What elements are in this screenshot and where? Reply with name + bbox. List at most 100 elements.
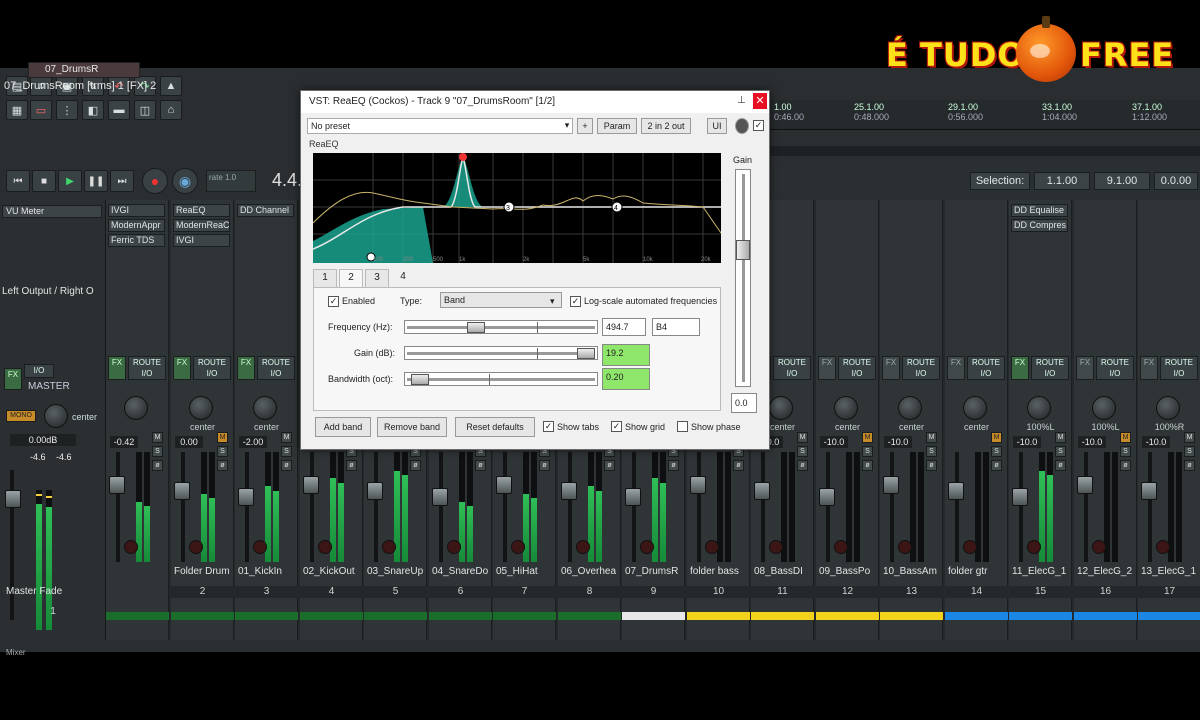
fader-cap[interactable]	[948, 482, 964, 500]
fx-slot[interactable]: ModernAppr	[108, 219, 165, 232]
solo-icon[interactable]: S	[1055, 446, 1066, 457]
fx-slot[interactable]: Ferric TDS	[108, 234, 165, 247]
fx-button[interactable]: FX	[108, 356, 126, 380]
enabled-checkbox[interactable]: ✓	[328, 296, 339, 307]
volume-fader[interactable]	[1019, 452, 1023, 562]
tab-band-2[interactable]: 2	[339, 269, 363, 288]
track-name[interactable]: folder bass	[687, 566, 750, 580]
volume-fader[interactable]	[890, 452, 894, 562]
phase-icon[interactable]: ø	[862, 460, 873, 471]
mute-icon[interactable]: M	[862, 432, 873, 443]
fx-slot[interactable]: IVGI	[173, 234, 230, 247]
selection-end-field[interactable]: 9.1.00	[1094, 172, 1150, 190]
track-name[interactable]: 13_ElecG_1	[1138, 566, 1200, 580]
volume-fader[interactable]	[632, 452, 636, 562]
fader-cap[interactable]	[625, 488, 641, 506]
ui-button[interactable]: UI	[707, 118, 727, 134]
fx-button[interactable]: FX	[1076, 356, 1094, 380]
volume-fader[interactable]	[245, 452, 249, 562]
go-to-end-button[interactable]: ⏭	[110, 170, 134, 192]
fader-cap[interactable]	[1141, 482, 1157, 500]
fader-cap[interactable]	[754, 482, 770, 500]
solo-icon[interactable]: S	[1120, 446, 1131, 457]
mute-icon[interactable]: M	[152, 432, 163, 443]
mute-icon[interactable]: M	[281, 432, 292, 443]
phase-icon[interactable]: ø	[604, 460, 615, 471]
fx-button[interactable]: FX	[1011, 356, 1029, 380]
phase-icon[interactable]: ø	[539, 460, 550, 471]
phase-icon[interactable]: ø	[281, 460, 292, 471]
envelope-icon[interactable]: ▬	[108, 100, 130, 120]
mute-icon[interactable]: M	[926, 432, 937, 443]
io-button[interactable]: ROUTEI/O	[967, 356, 1005, 380]
preset-add-button[interactable]: +	[577, 118, 593, 134]
volume-fader[interactable]	[116, 452, 120, 562]
gain-db-slider[interactable]	[404, 346, 598, 360]
volume-fader[interactable]	[826, 452, 830, 562]
record-arm-button[interactable]	[1156, 540, 1170, 554]
record-arm-button[interactable]	[963, 540, 977, 554]
fx-slot[interactable]: DD Channel	[237, 204, 294, 217]
fx-slot[interactable]: DD Compres	[1011, 219, 1068, 232]
solo-icon[interactable]: S	[217, 446, 228, 457]
param-button[interactable]: Param	[597, 118, 637, 134]
enable-checkbox[interactable]: ✓	[753, 120, 764, 131]
frequency-slider[interactable]	[404, 320, 598, 334]
phase-icon[interactable]: ø	[346, 460, 357, 471]
bandwidth-value-field[interactable]: 0.20	[602, 368, 650, 390]
pan-knob[interactable]	[898, 396, 922, 420]
show-tabs-checkbox[interactable]: ✓	[543, 421, 554, 432]
master-fx-button[interactable]: FX	[4, 368, 22, 390]
solo-icon[interactable]: S	[926, 446, 937, 457]
phase-icon[interactable]: ø	[475, 460, 486, 471]
fader-cap[interactable]	[690, 476, 706, 494]
record-arm-button[interactable]	[318, 540, 332, 554]
track-tab[interactable]: 07_DrumsR	[28, 62, 140, 78]
fader-cap[interactable]	[174, 482, 190, 500]
solo-icon[interactable]: S	[1184, 446, 1195, 457]
fx-button[interactable]: FX	[237, 356, 255, 380]
gain-db-slider-thumb[interactable]	[577, 348, 595, 359]
show-phase-checkbox[interactable]	[677, 421, 688, 432]
fx-slot[interactable]: ModernReaCo	[173, 219, 230, 232]
close-button[interactable]: ✕	[753, 93, 767, 109]
log-scale-checkbox[interactable]: ✓	[570, 296, 581, 307]
track-name[interactable]: folder gtr	[945, 566, 1008, 580]
pan-knob[interactable]	[834, 396, 858, 420]
track-name[interactable]: 08_BassDI	[751, 566, 814, 580]
solo-icon[interactable]: S	[991, 446, 1002, 457]
master-pan-knob[interactable]	[44, 404, 68, 428]
pan-knob[interactable]	[1092, 396, 1116, 420]
volume-fader[interactable]	[310, 452, 314, 562]
phase-icon[interactable]: ø	[1184, 460, 1195, 471]
preset-dropdown[interactable]: No preset	[307, 118, 573, 134]
phase-icon[interactable]: ø	[217, 460, 228, 471]
bypass-icon[interactable]	[735, 118, 749, 134]
track-name[interactable]: 12_ElecG_2	[1074, 566, 1137, 580]
track-name[interactable]: 02_KickOut	[300, 566, 363, 580]
record-arm-button[interactable]	[124, 540, 138, 554]
mute-icon[interactable]: M	[991, 432, 1002, 443]
mixer-tab[interactable]: Mixer	[6, 648, 26, 657]
add-band-button[interactable]: Add band	[315, 417, 371, 437]
volume-fader[interactable]	[697, 452, 701, 562]
horizontal-scrollbar[interactable]	[770, 146, 1200, 156]
grid-icon[interactable]: ▦	[6, 100, 28, 120]
track-name[interactable]: 06_Overhea	[558, 566, 621, 580]
phase-icon[interactable]: ø	[668, 460, 679, 471]
volume-fader[interactable]	[761, 452, 765, 562]
record-arm-button[interactable]	[898, 540, 912, 554]
fx-button[interactable]: FX	[882, 356, 900, 380]
record-arm-button[interactable]	[447, 540, 461, 554]
volume-fader[interactable]	[568, 452, 572, 562]
pan-knob[interactable]	[769, 396, 793, 420]
lock-icon[interactable]: ◫	[134, 100, 156, 120]
mute-icon[interactable]: M	[217, 432, 228, 443]
solo-icon[interactable]: S	[797, 446, 808, 457]
bandwidth-slider-thumb[interactable]	[411, 374, 429, 385]
mute-icon[interactable]: M	[1184, 432, 1195, 443]
mute-icon[interactable]: M	[1055, 432, 1066, 443]
volume-fader[interactable]	[955, 452, 959, 562]
io-button[interactable]: ROUTEI/O	[257, 356, 295, 380]
fader-cap[interactable]	[109, 476, 125, 494]
